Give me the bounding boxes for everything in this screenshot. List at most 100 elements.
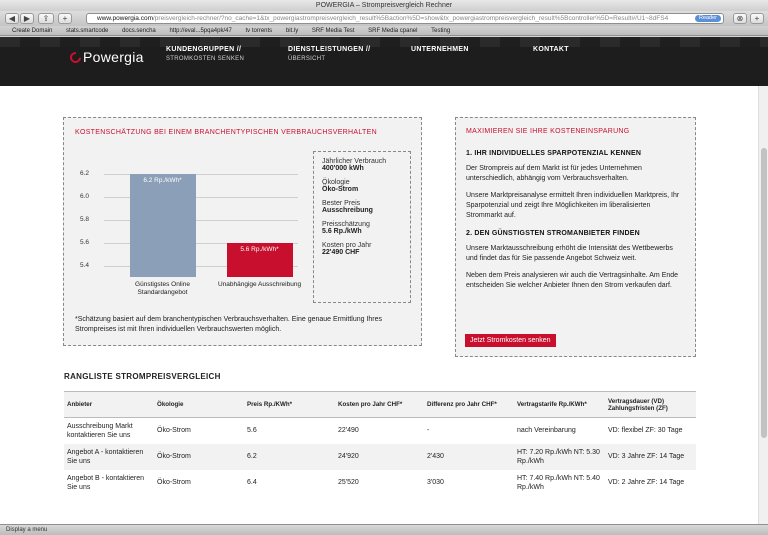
column-header: Kosten pro Jahr CHF* (335, 391, 424, 418)
status-bar: Display a menu (0, 524, 768, 535)
bar-data-label: 6.2 Rp./kWh* (143, 176, 182, 184)
table-row: Angebot A - kontaktieren Sie uns Öko-Str… (64, 443, 696, 470)
column-header: Vertragstarife Rp./KWh* (514, 391, 605, 418)
nav-main-label: KUNDENGRUPPEN // (166, 46, 242, 53)
add-bookmark-icon[interactable]: + (750, 13, 764, 24)
back-button[interactable]: ◀ (5, 13, 19, 24)
savings-paragraph: Neben dem Preis analysieren wir auch die… (466, 272, 679, 289)
stop-icon[interactable]: ⊗ (733, 13, 747, 24)
bookmark-item[interactable]: stats.smartcode (66, 28, 108, 34)
nav-sub-label: STROMKOSTEN SENKEN (166, 56, 245, 62)
bookmark-item[interactable]: docs.sencha (122, 28, 156, 34)
table-cell: 25'520 (335, 469, 424, 496)
table-cell: Ausschreibung Markt kontaktieren Sie uns (64, 417, 154, 444)
page-scrollbar[interactable] (758, 86, 768, 524)
bookmark-item[interactable]: SRF Media cpanel (368, 28, 417, 34)
reader-button[interactable]: Reader (695, 15, 721, 22)
summary-label: Preisschätzung (322, 221, 370, 228)
table-row: Angebot B - kontaktieren Sie uns Öko-Str… (64, 469, 696, 496)
nav-main-label: KONTAKT (533, 46, 569, 53)
table-cell: HT: 7.40 Rp./kWh NT: 5.40 Rp./kWh (514, 469, 605, 496)
column-header: Differenz pro Jahr CHF* (424, 391, 514, 418)
savings-heading: MAXIMIEREN SIE IHRE KOSTENEINSPARUNG (466, 128, 630, 135)
logo-icon (67, 49, 84, 66)
savings-paragraph: Der Strompreis auf dem Markt ist für jed… (466, 165, 642, 182)
table-cell: 24'920 (335, 443, 424, 470)
table-cell: nach Vereinbarung (514, 417, 605, 444)
table-cell: - (424, 417, 514, 444)
bar-data-label: 5.6 Rp./kWh* (240, 245, 279, 253)
header-decoration (0, 37, 768, 47)
column-header: Vertragsdauer (VD) Zahlungsfristen (ZF) (605, 391, 696, 418)
bookmark-item[interactable]: bit.ly (286, 28, 298, 34)
savings-paragraph: Unsere Marktpreisanalyse ermittelt Ihren… (466, 192, 680, 219)
table-cell: Öko-Strom (154, 417, 244, 444)
estimate-heading: KOSTENSCHÄTZUNG BEI EINEM BRANCHENTYPISC… (75, 129, 377, 136)
table-cell: 3'030 (424, 469, 514, 496)
bookmark-item[interactable]: Create Domain (12, 28, 52, 34)
summary-value: Öko-Strom (322, 186, 359, 193)
site-header: Powergia KUNDENGRUPPEN // STROMKOSTEN SE… (0, 37, 768, 86)
table-cell: Öko-Strom (154, 443, 244, 470)
share-button[interactable]: ⇪ (38, 13, 54, 24)
forward-button[interactable]: ▶ (20, 13, 34, 24)
table-cell: HT: 7.20 Rp./kWh NT: 5.30 Rp./kWh (514, 443, 605, 470)
ranking-table: Anbieter Ökologie Preis Rp./KWh* Kosten … (64, 391, 696, 496)
nav-kundengruppen[interactable]: KUNDENGRUPPEN // STROMKOSTEN SENKEN (166, 46, 244, 62)
y-tick-label: 6.2 (80, 169, 90, 177)
summary-value: 5.6 Rp./kWh (322, 228, 362, 235)
y-tick-label: 5.6 (80, 238, 90, 246)
y-tick-label: 5.8 (80, 215, 90, 223)
nav-sub-label: ÜBERSICHT (288, 56, 326, 62)
ranking-title: RANGLISTE STROMPREISVERGLEICH (64, 372, 221, 381)
browser-toolbar: ◀ ▶ ⇪ + www.powergia.com/preisvergleich-… (0, 11, 768, 26)
bookmarks-bar: Create Domain stats.smartcode docs.sench… (0, 26, 768, 36)
window-title: POWERGIA – Strompreisvergleich Rechner (0, 0, 768, 11)
nav-main-label: DIENSTLEISTUNGEN // (288, 46, 371, 53)
table-cell: 5.6 (244, 417, 335, 444)
column-header: Preis Rp./KWh* (244, 391, 335, 418)
url-host: www.powergia.com (97, 15, 153, 22)
chart-bar: 6.2 Rp./kWh* (129, 173, 196, 277)
summary-value: 22'490 CHF (322, 249, 360, 256)
nav-dienstleistungen[interactable]: DIENSTLEISTUNGEN // ÜBERSICHT (288, 46, 370, 62)
summary-label: Ökologie (322, 179, 350, 186)
table-cell: Öko-Strom (154, 469, 244, 496)
savings-paragraph: Unsere Marktausschreibung erhöht die Int… (466, 245, 673, 262)
nav-kontakt[interactable]: KONTAKT (533, 46, 569, 53)
x-category-label: Unabhängige Ausschreibung (217, 281, 302, 288)
table-cell: 6.2 (244, 443, 335, 470)
price-chart: 6.2 6.0 5.8 5.6 5.4 6.2 Rp./kWh* Günstigstes … (68, 148, 308, 303)
savings-panel: MAXIMIEREN SIE IHRE KOSTENEINSPARUNG 1. … (455, 117, 696, 357)
bookmark-item[interactable]: http://eval...5pqa4pk/47 (169, 28, 231, 34)
summary-label: Bester Preis (322, 200, 361, 207)
url-path: /preisvergleich-rechner/?no_cache=1&tx_p… (153, 15, 669, 22)
bookmark-item[interactable]: tv torrents (246, 28, 273, 34)
x-category-label: Günstigstes Online Standardangebot (135, 281, 190, 296)
step-2-heading: 2. DEN GÜNSTIGSTEN STROMANBIETER FINDEN (466, 230, 640, 237)
summary-value: 400'000 kWh (322, 165, 364, 172)
reduce-costs-button[interactable]: Jetzt Stromkosten senken (465, 334, 556, 347)
new-tab-button[interactable]: + (58, 13, 72, 24)
table-cell: Angebot A - kontaktieren Sie uns (64, 443, 154, 470)
nav-main-label: UNTERNEHMEN (411, 46, 469, 53)
summary-label: Jährlicher Verbrauch (322, 158, 387, 165)
table-header-row: Anbieter Ökologie Preis Rp./KWh* Kosten … (64, 391, 696, 418)
scrollbar-thumb[interactable] (761, 148, 767, 438)
y-tick-label: 6.0 (80, 192, 90, 200)
address-bar[interactable]: www.powergia.com/preisvergleich-rechner/… (86, 13, 724, 24)
table-row: Ausschreibung Markt kontaktieren Sie uns… (64, 417, 696, 444)
table-cell: 22'490 (335, 417, 424, 444)
bookmark-item[interactable]: SRF Media Test (312, 28, 355, 34)
nav-unternehmen[interactable]: UNTERNEHMEN (411, 46, 469, 53)
summary-value: Ausschreibung (322, 207, 373, 214)
y-tick-label: 5.4 (80, 261, 90, 269)
column-header: Anbieter (64, 391, 154, 418)
bookmark-item[interactable]: Testing (431, 28, 450, 34)
estimate-summary: Jährlicher Verbrauch 400'000 kWh Ökologi… (313, 151, 411, 303)
powergia-logo[interactable]: Powergia (67, 49, 144, 66)
table-cell: 6.4 (244, 469, 335, 496)
table-cell: VD: 2 Jahre ZF: 14 Tage (605, 469, 696, 496)
table-cell: VD: flexibel ZF: 30 Tage (605, 417, 696, 444)
estimate-footnote: *Schätzung basiert auf dem branchentypis… (75, 316, 383, 333)
